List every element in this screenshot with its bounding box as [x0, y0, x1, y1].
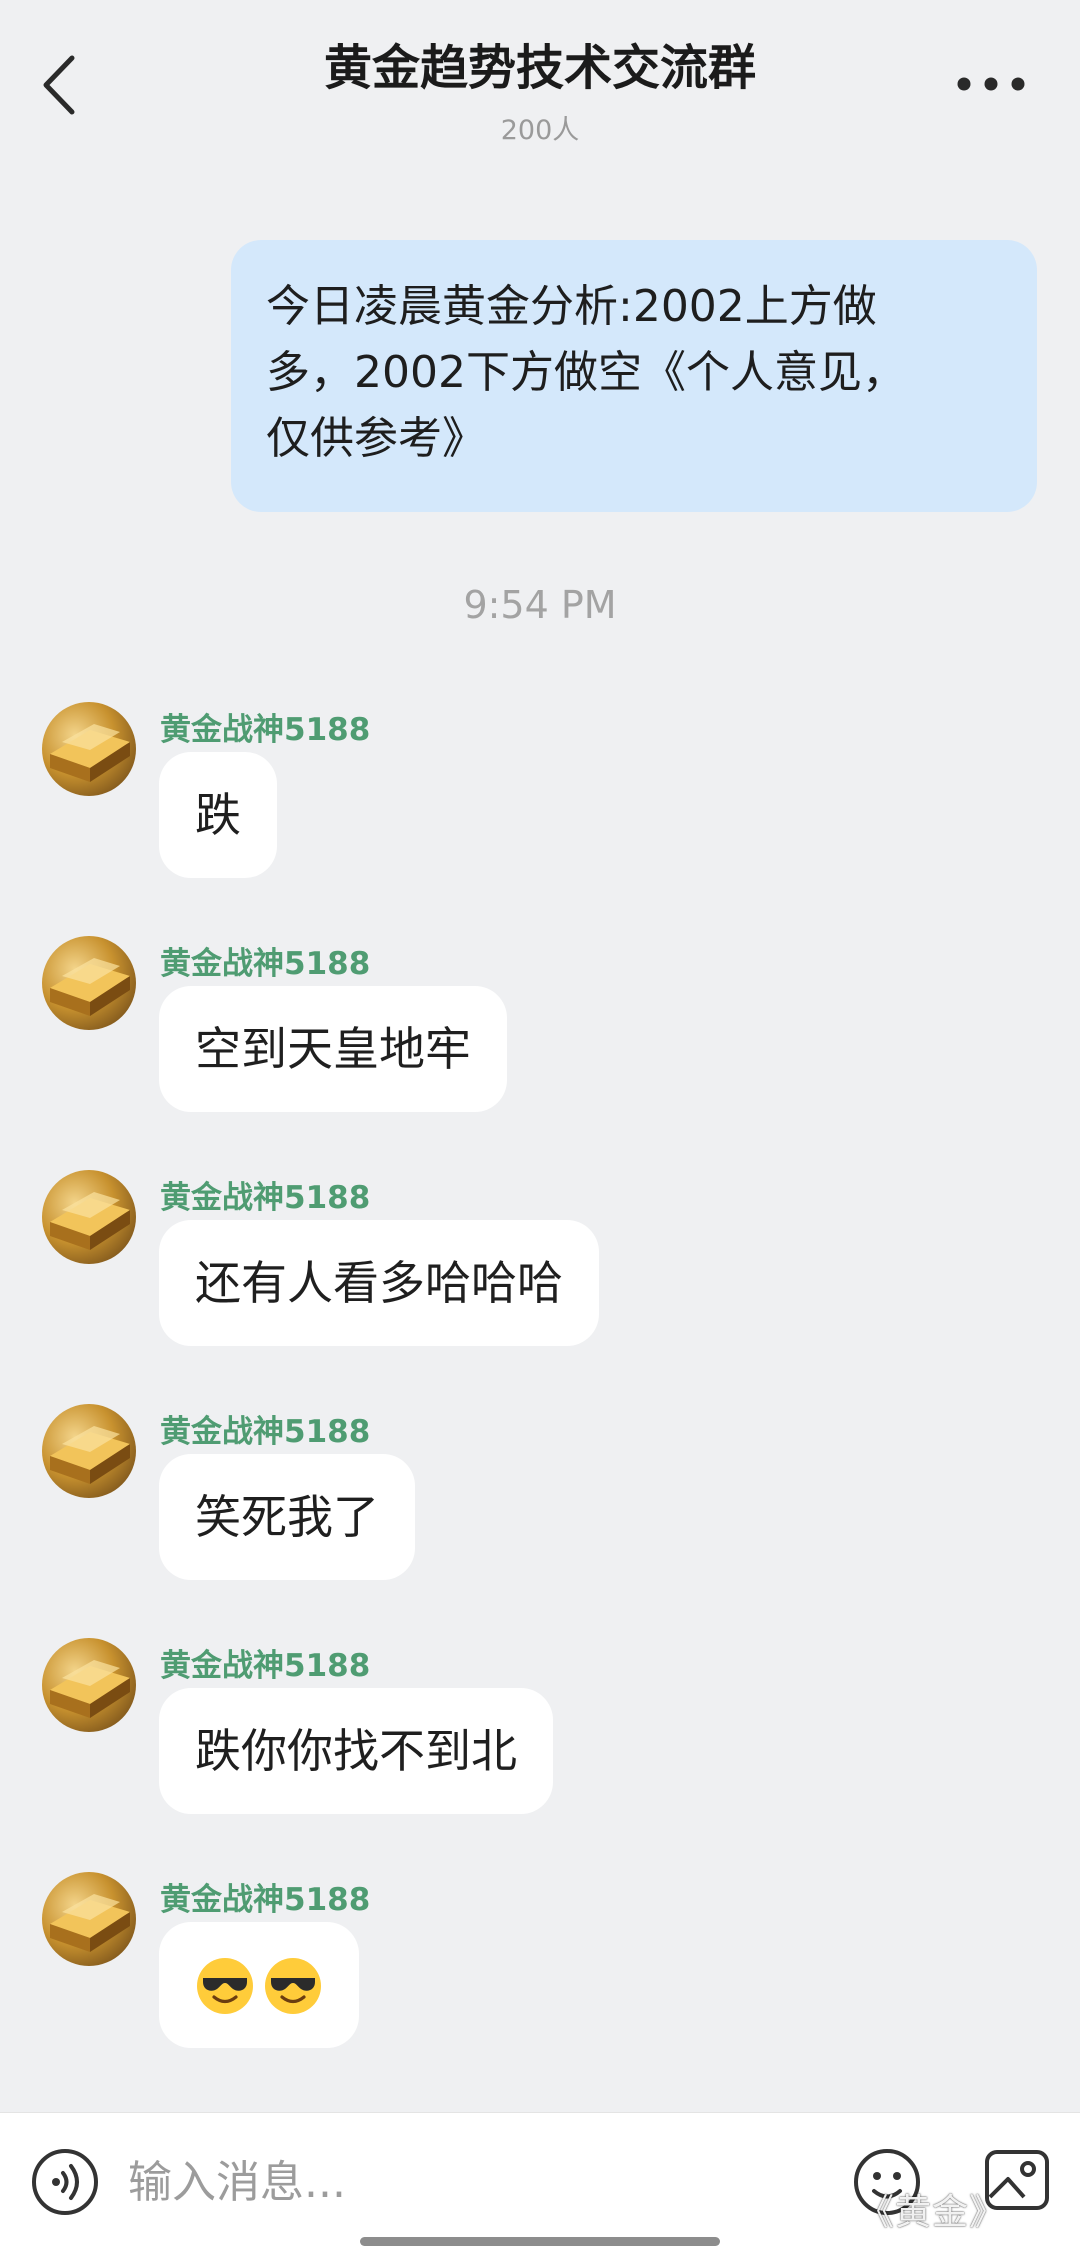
avatar[interactable] — [42, 1872, 136, 1966]
emoji-group — [195, 1956, 323, 2016]
more-dots-icon — [957, 77, 1025, 91]
gold-bar-icon — [50, 1426, 130, 1484]
sender-name: 黄金战神5188 — [160, 712, 371, 748]
message-bubble[interactable]: 还有人看多哈哈哈 — [159, 1220, 599, 1346]
message-bubble[interactable]: 跌你你找不到北 — [159, 1688, 553, 1814]
outgoing-message-bubble[interactable]: 今日凌晨黄金分析:2002上方做 多，2002下方做空《个人意见， 仅供参考》 — [231, 240, 1037, 512]
message-bubble[interactable]: 空到天皇地牢 — [159, 986, 507, 1112]
avatar[interactable] — [42, 1170, 136, 1264]
gold-bar-icon — [50, 1894, 130, 1952]
incoming-message: 黄金战神5188 跌 — [0, 702, 1080, 902]
message-timestamp: 9:54 PM — [463, 583, 617, 627]
message-input-bar: 《黄金》 — [0, 2112, 1080, 2256]
member-count: 200人 — [500, 115, 580, 146]
voice-icon — [32, 2149, 98, 2215]
incoming-message: 黄金战神5188 笑死我了 — [0, 1404, 1080, 1604]
more-options-button[interactable] — [954, 64, 1028, 104]
outgoing-message-line: 今日凌晨黄金分析:2002上方做 — [266, 281, 877, 332]
sender-name: 黄金战神5188 — [160, 1414, 371, 1450]
sender-name: 黄金战神5188 — [160, 1648, 371, 1684]
incoming-message: 黄金战神5188 空到天皇地牢 — [0, 936, 1080, 1136]
sender-name: 黄金战神5188 — [160, 946, 371, 982]
message-bubble[interactable]: 跌 — [159, 752, 277, 878]
message-input[interactable] — [128, 2143, 808, 2221]
sender-name: 黄金战神5188 — [160, 1180, 371, 1216]
message-bubble[interactable] — [159, 1922, 359, 2048]
avatar[interactable] — [42, 1638, 136, 1732]
sunglasses-emoji-icon — [265, 1957, 321, 2014]
incoming-message: 黄金战神5188 — [0, 1872, 1080, 2072]
sender-name: 黄金战神5188 — [160, 1882, 371, 1918]
incoming-message: 黄金战神5188 跌你你找不到北 — [0, 1638, 1080, 1838]
incoming-message: 黄金战神5188 还有人看多哈哈哈 — [0, 1170, 1080, 1370]
watermark: 《黄金》 — [858, 2192, 1007, 2233]
home-indicator[interactable] — [360, 2237, 720, 2246]
gold-bar-icon — [50, 724, 130, 782]
gold-bar-icon — [50, 1660, 130, 1718]
gold-bar-icon — [50, 1192, 130, 1250]
chat-header: 黄金趋势技术交流群 200人 — [0, 0, 1080, 146]
avatar[interactable] — [42, 702, 136, 796]
message-bubble[interactable]: 笑死我了 — [159, 1454, 415, 1580]
voice-button[interactable] — [30, 2147, 100, 2217]
sunglasses-emoji-icon — [197, 1957, 253, 2014]
avatar[interactable] — [42, 936, 136, 1030]
gold-bar-icon — [50, 958, 130, 1016]
avatar[interactable] — [42, 1404, 136, 1498]
chat-screen: 黄金趋势技术交流群 200人 9:51 PM 今日凌晨黄金分析:2002上方做 … — [0, 0, 1080, 2256]
outgoing-message-line: 多，2002下方做空《个人意见， — [266, 347, 906, 398]
outgoing-message-line: 仅供参考》 — [266, 413, 486, 464]
chat-title: 黄金趋势技术交流群 — [323, 40, 756, 96]
